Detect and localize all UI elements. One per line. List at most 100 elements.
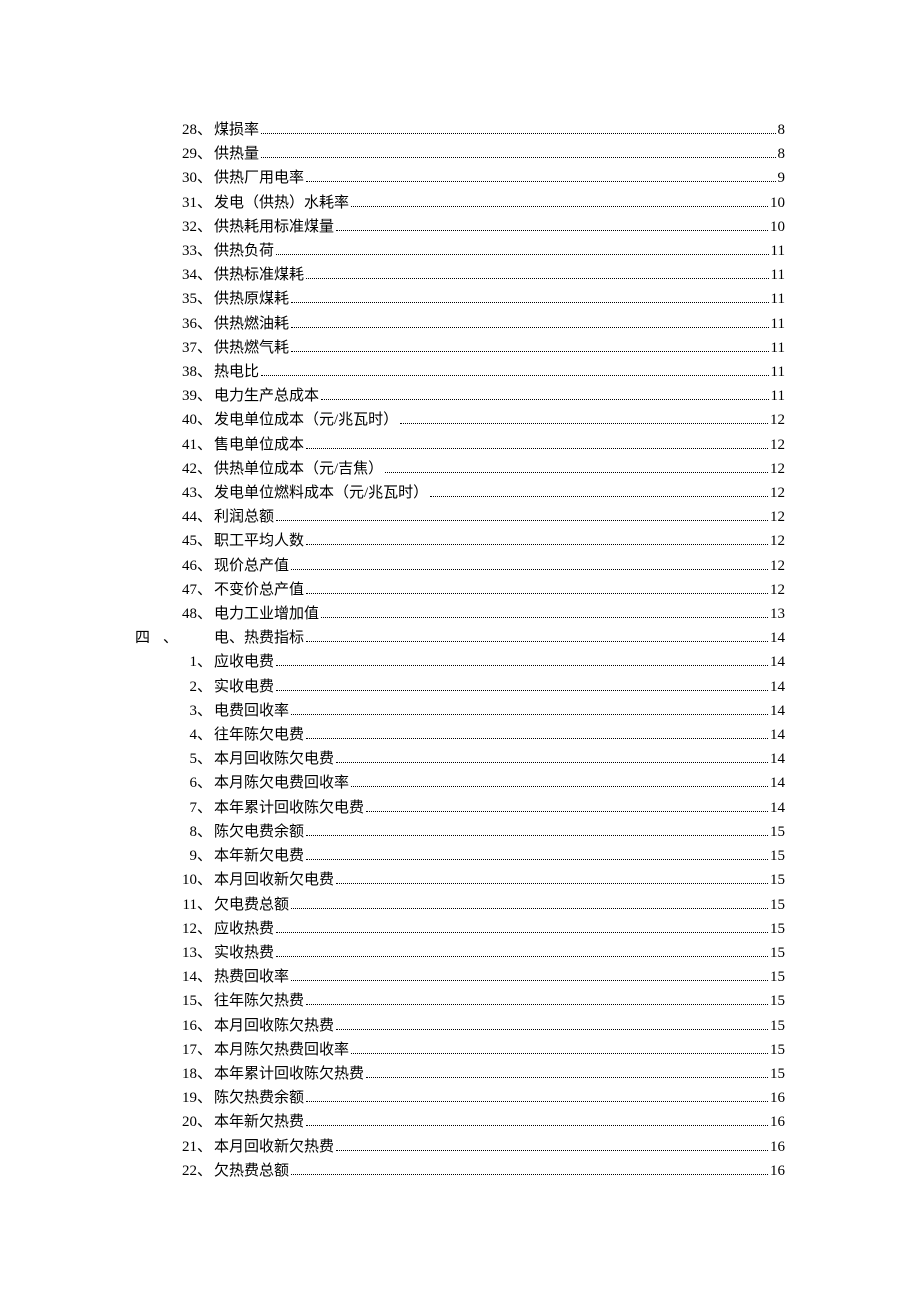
toc-number: 34 <box>135 263 197 287</box>
toc-leader-dots <box>336 883 768 884</box>
toc-separator: 、 <box>197 1086 214 1110</box>
toc-leader-dots <box>291 327 769 328</box>
toc-title: 供热厂用电率 <box>214 166 304 190</box>
toc-number: 32 <box>135 215 197 239</box>
toc-title: 本年累计回收陈欠热费 <box>214 1062 364 1086</box>
toc-number: 41 <box>135 433 197 457</box>
toc-leader-dots <box>400 423 768 424</box>
toc-title: 煤损率 <box>214 118 259 142</box>
toc-leader-dots <box>306 278 769 279</box>
toc-page-number: 14 <box>770 723 785 747</box>
toc-item-row: 10、本月回收新欠电费15 <box>135 868 785 892</box>
toc-title: 发电单位燃料成本（元/兆瓦时） <box>214 481 428 505</box>
toc-item-row: 46、现价总产值12 <box>135 554 785 578</box>
toc-number: 48 <box>135 602 197 626</box>
toc-item-row: 6、本月陈欠电费回收率14 <box>135 771 785 795</box>
toc-leader-dots <box>351 786 768 787</box>
toc-separator: 、 <box>197 263 214 287</box>
toc-number: 45 <box>135 529 197 553</box>
toc-number: 19 <box>135 1086 197 1110</box>
toc-leader-dots <box>291 908 768 909</box>
toc-leader-dots <box>306 1125 768 1126</box>
toc-item-row: 29、供热量8 <box>135 142 785 166</box>
toc-title: 发电（供热）水耗率 <box>214 191 349 215</box>
toc-leader-dots <box>291 351 769 352</box>
toc-title: 本月陈欠热费回收率 <box>214 1038 349 1062</box>
toc-page-number: 12 <box>770 481 785 505</box>
toc-leader-dots <box>306 181 775 182</box>
toc-page-number: 12 <box>770 457 785 481</box>
toc-leader-dots <box>276 690 768 691</box>
toc-item-row: 9、本年新欠电费15 <box>135 844 785 868</box>
toc-separator: 、 <box>197 312 214 336</box>
toc-item-row: 17、本月陈欠热费回收率15 <box>135 1038 785 1062</box>
toc-leader-dots <box>306 593 768 594</box>
toc-number: 29 <box>135 142 197 166</box>
toc-number: 2 <box>135 675 197 699</box>
toc-separator: 、 <box>197 989 214 1013</box>
toc-separator: 、 <box>197 408 214 432</box>
toc-separator: 、 <box>197 239 214 263</box>
toc-separator: 、 <box>197 578 214 602</box>
toc-separator: 、 <box>197 1062 214 1086</box>
toc-separator: 、 <box>197 481 214 505</box>
toc-number: 44 <box>135 505 197 529</box>
toc-number: 4 <box>135 723 197 747</box>
toc-title: 不变价总产值 <box>214 578 304 602</box>
toc-separator: 、 <box>197 723 214 747</box>
toc-separator: 、 <box>163 626 180 650</box>
toc-page-number: 16 <box>770 1159 785 1183</box>
toc-number: 38 <box>135 360 197 384</box>
toc-page-number: 15 <box>770 917 785 941</box>
toc-number: 36 <box>135 312 197 336</box>
toc-title: 欠热费总额 <box>214 1159 289 1183</box>
toc-item-row: 3、电费回收率14 <box>135 699 785 723</box>
toc-page-number: 15 <box>770 820 785 844</box>
toc-number: 1 <box>135 650 197 674</box>
toc-separator: 、 <box>197 1038 214 1062</box>
toc-title: 本月回收新欠电费 <box>214 868 334 892</box>
toc-leader-dots <box>336 230 768 231</box>
toc-leader-dots <box>321 399 769 400</box>
toc-title: 欠电费总额 <box>214 893 289 917</box>
toc-number: 21 <box>135 1135 197 1159</box>
toc-separator: 、 <box>197 287 214 311</box>
toc-page-number: 15 <box>770 844 785 868</box>
toc-separator: 、 <box>197 360 214 384</box>
toc-leader-dots <box>261 133 775 134</box>
toc-leader-dots <box>336 1029 768 1030</box>
toc-title: 热电比 <box>214 360 259 384</box>
toc-item-row: 45、职工平均人数12 <box>135 529 785 553</box>
toc-item-row: 34、供热标准煤耗11 <box>135 263 785 287</box>
toc-separator: 、 <box>197 602 214 626</box>
toc-title: 供热单位成本（元/吉焦） <box>214 457 383 481</box>
toc-item-row: 15、往年陈欠热费15 <box>135 989 785 1013</box>
toc-separator: 、 <box>197 917 214 941</box>
toc-title: 热费回收率 <box>214 965 289 989</box>
toc-title: 本年累计回收陈欠电费 <box>214 796 364 820</box>
toc-separator: 、 <box>197 796 214 820</box>
toc-item-row: 7、本年累计回收陈欠电费14 <box>135 796 785 820</box>
toc-number: 14 <box>135 965 197 989</box>
toc-number: 9 <box>135 844 197 868</box>
toc-number: 13 <box>135 941 197 965</box>
toc-separator: 、 <box>197 771 214 795</box>
toc-number: 6 <box>135 771 197 795</box>
toc-page-number: 14 <box>770 771 785 795</box>
toc-item-row: 47、不变价总产值12 <box>135 578 785 602</box>
toc-item-row: 31、发电（供热）水耗率10 <box>135 191 785 215</box>
toc-leader-dots <box>306 1004 768 1005</box>
toc-item-row: 14、热费回收率15 <box>135 965 785 989</box>
toc-title: 供热耗用标准煤量 <box>214 215 334 239</box>
toc-leader-dots <box>306 641 768 642</box>
toc-title: 本月回收陈欠热费 <box>214 1014 334 1038</box>
toc-leader-dots <box>276 254 769 255</box>
toc-title: 供热负荷 <box>214 239 274 263</box>
toc-separator: 、 <box>197 699 214 723</box>
toc-number: 43 <box>135 481 197 505</box>
toc-title: 现价总产值 <box>214 554 289 578</box>
toc-leader-dots <box>430 496 768 497</box>
toc-item-row: 35、供热原煤耗11 <box>135 287 785 311</box>
toc-page-number: 14 <box>770 650 785 674</box>
toc-separator: 、 <box>197 215 214 239</box>
